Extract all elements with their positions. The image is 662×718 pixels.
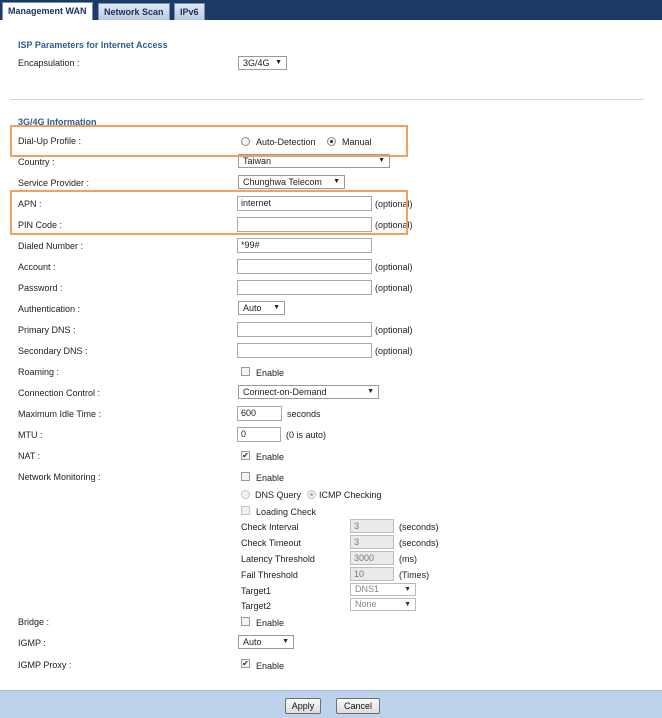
network-monitoring-label: Network Monitoring : <box>18 472 101 482</box>
nat-checkbox[interactable]: ✔ <box>241 451 250 460</box>
igmp-proxy-label: IGMP Proxy : <box>18 660 72 670</box>
tab-bar: Management WAN Network Scan IPv6 <box>0 0 662 20</box>
icmp-checking-radio[interactable] <box>307 490 316 499</box>
tab-ipv6[interactable]: IPv6 <box>174 3 205 20</box>
chevron-down-icon: ▼ <box>275 59 282 66</box>
bridge-label: Bridge : <box>18 617 50 627</box>
country-label: Country : <box>18 157 55 167</box>
icmp-checking-label: ICMP Checking <box>319 490 382 500</box>
connection-control-label: Connection Control : <box>18 388 101 398</box>
target1-label: Target1 <box>241 586 272 596</box>
secondary-dns-input[interactable] <box>237 343 372 358</box>
igmp-proxy-checkbox[interactable]: ✔ <box>241 659 250 668</box>
isp-section-title: ISP Parameters for Internet Access <box>18 40 168 50</box>
service-provider-label: Service Provider : <box>18 178 90 188</box>
section-divider <box>10 99 644 100</box>
chevron-down-icon: ▼ <box>333 178 340 185</box>
connection-control-value: Connect-on-Demand <box>243 387 327 397</box>
highlight-dialup-profile <box>10 125 408 157</box>
chevron-down-icon: ▼ <box>404 601 411 608</box>
apply-button[interactable]: Apply <box>285 698 321 714</box>
highlight-apn-pin <box>10 190 408 235</box>
fail-threshold-label: Fail Threshold <box>241 570 298 580</box>
authentication-select[interactable]: Auto ▼ <box>238 301 285 315</box>
encapsulation-value: 3G/4G <box>243 58 270 68</box>
target2-label: Target2 <box>241 601 272 611</box>
igmp-proxy-enable-label: Enable <box>256 661 285 671</box>
check-interval-unit: (seconds) <box>399 522 439 532</box>
mtu-hint: (0 is auto) <box>286 430 327 440</box>
latency-threshold-label: Latency Threshold <box>241 554 315 564</box>
fail-threshold-unit: (Times) <box>399 570 430 580</box>
target1-value: DNS1 <box>355 584 380 594</box>
secondary-dns-label: Secondary DNS : <box>18 346 88 356</box>
chevron-down-icon: ▼ <box>273 304 280 311</box>
check-interval-label: Check Interval <box>241 522 299 532</box>
country-value: Taiwan <box>243 156 272 166</box>
authentication-label: Authentication : <box>18 304 81 314</box>
fail-threshold-input[interactable]: 10 <box>350 567 394 581</box>
roaming-enable-label: Enable <box>256 368 285 378</box>
idle-unit: seconds <box>287 409 321 419</box>
check-interval-input[interactable]: 3 <box>350 519 394 533</box>
chevron-down-icon: ▼ <box>282 638 289 645</box>
loading-check-label: Loading Check <box>256 507 317 517</box>
encapsulation-label: Encapsulation : <box>18 58 80 68</box>
chevron-down-icon: ▼ <box>404 586 411 593</box>
service-provider-select[interactable]: Chunghwa Telecom ▼ <box>238 175 345 189</box>
latency-threshold-unit: (ms) <box>399 554 417 564</box>
password-optional-hint: (optional) <box>375 283 413 293</box>
account-input[interactable] <box>237 259 372 274</box>
account-optional-hint: (optional) <box>375 262 413 272</box>
password-input[interactable] <box>237 280 372 295</box>
dialed-number-label: Dialed Number : <box>18 241 84 251</box>
dns-query-label: DNS Query <box>255 490 302 500</box>
dialed-number-input[interactable]: *99# <box>237 238 372 253</box>
account-label: Account : <box>18 262 56 272</box>
target1-select[interactable]: DNS1 ▼ <box>350 583 416 596</box>
max-idle-time-input[interactable]: 600 <box>237 406 282 421</box>
service-provider-value: Chunghwa Telecom <box>243 177 322 187</box>
password-label: Password : <box>18 283 63 293</box>
bridge-enable-label: Enable <box>256 618 285 628</box>
tab-management-wan[interactable]: Management WAN <box>2 2 93 20</box>
igmp-label: IGMP : <box>18 638 46 648</box>
igmp-value: Auto <box>243 637 262 647</box>
check-timeout-label: Check Timeout <box>241 538 302 548</box>
secondary-dns-optional-hint: (optional) <box>375 346 413 356</box>
connection-control-select[interactable]: Connect-on-Demand ▼ <box>238 385 379 399</box>
primary-dns-input[interactable] <box>237 322 372 337</box>
encapsulation-select[interactable]: 3G/4G ▼ <box>238 56 287 70</box>
chevron-down-icon: ▼ <box>367 388 374 395</box>
roaming-checkbox[interactable] <box>241 367 250 376</box>
footer-bar: Apply Cancel <box>0 690 662 718</box>
tab-network-scan[interactable]: Network Scan <box>98 3 170 20</box>
nat-enable-label: Enable <box>256 452 285 462</box>
mtu-input[interactable]: 0 <box>237 427 281 442</box>
roaming-label: Roaming : <box>18 367 60 377</box>
authentication-value: Auto <box>243 303 262 313</box>
cancel-button[interactable]: Cancel <box>336 698 380 714</box>
target2-select[interactable]: None ▼ <box>350 598 416 611</box>
latency-threshold-input[interactable]: 3000 <box>350 551 394 565</box>
loading-check-checkbox[interactable] <box>241 506 250 515</box>
target2-value: None <box>355 599 377 609</box>
igmp-select[interactable]: Auto ▼ <box>238 635 294 649</box>
mtu-label: MTU : <box>18 430 43 440</box>
check-timeout-input[interactable]: 3 <box>350 535 394 549</box>
check-timeout-unit: (seconds) <box>399 538 439 548</box>
bridge-checkbox[interactable] <box>241 617 250 626</box>
nat-label: NAT : <box>18 451 41 461</box>
dns-query-radio[interactable] <box>241 490 250 499</box>
primary-dns-label: Primary DNS : <box>18 325 76 335</box>
primary-dns-optional-hint: (optional) <box>375 325 413 335</box>
max-idle-time-label: Maximum Idle Time : <box>18 409 102 419</box>
network-monitoring-checkbox[interactable] <box>241 472 250 481</box>
network-monitoring-enable-label: Enable <box>256 473 285 483</box>
